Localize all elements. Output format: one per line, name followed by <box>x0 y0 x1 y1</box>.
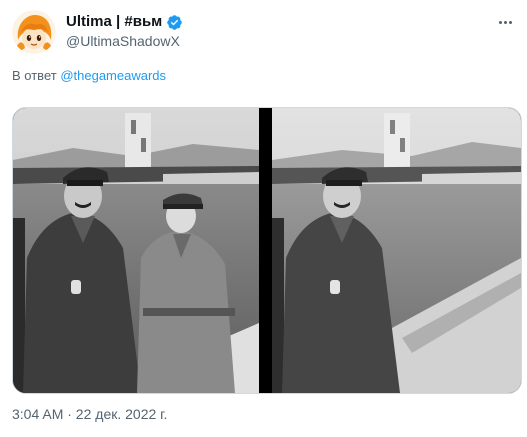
avatar[interactable] <box>12 10 56 54</box>
reply-prefix: В ответ <box>12 68 57 83</box>
author-display-name[interactable]: Ultima | #вьм <box>66 12 162 32</box>
author-handle[interactable]: @UltimaShadowX <box>66 32 180 50</box>
media-container <box>12 107 522 394</box>
mention-link[interactable]: @thegameawards <box>60 68 166 83</box>
original-photo-with-two-men[interactable] <box>13 108 259 393</box>
author-name-row[interactable]: Ultima | #вьм <box>66 12 183 32</box>
photo-divider <box>259 108 272 393</box>
verified-badge-icon <box>167 14 183 30</box>
more-options-icon[interactable] <box>495 12 515 32</box>
reply-context: В ответ @thegameawards <box>12 67 166 85</box>
edited-photo-with-one-man[interactable] <box>272 108 521 393</box>
anime-avatar-icon <box>12 10 56 54</box>
tweet: Ultima | #вьм @UltimaShadowX В ответ @th… <box>0 0 527 437</box>
tweet-timestamp[interactable]: 3:04 AM · 22 дек. 2022 г. <box>12 405 167 423</box>
